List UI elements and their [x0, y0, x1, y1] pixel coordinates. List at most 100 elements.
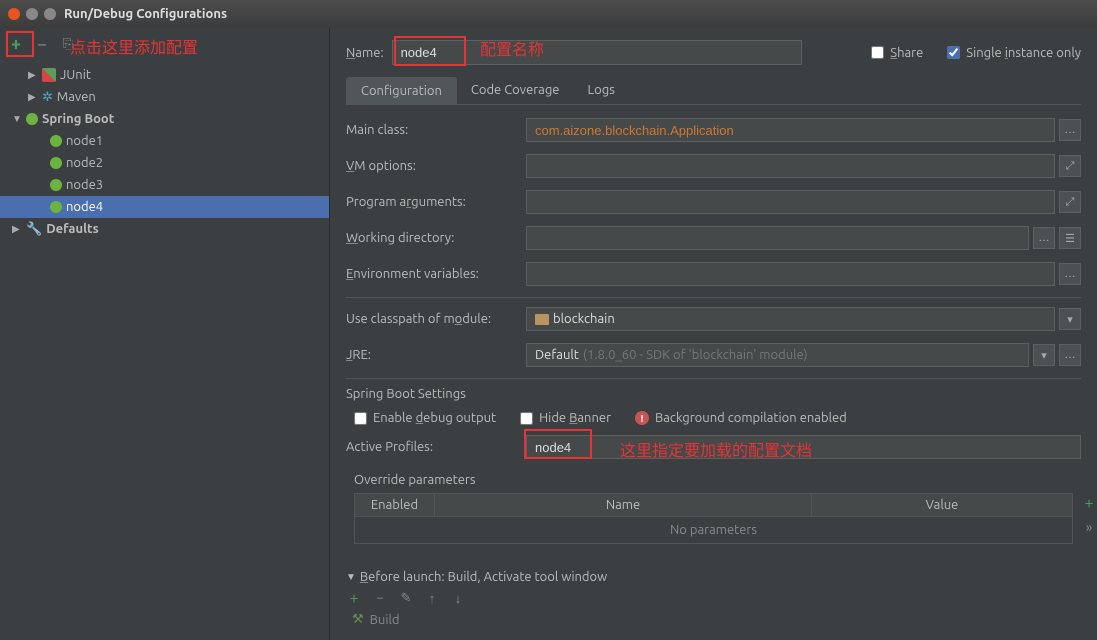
env-vars-label: Environment variables: — [346, 267, 526, 281]
tree-label: Maven — [57, 90, 96, 104]
tree-item-junit[interactable]: ▶ JUnit — [0, 64, 329, 86]
dropdown-button[interactable]: ▾ — [1059, 308, 1081, 330]
jre-hint: (1.8.0_60 - SDK of 'blockchain' module) — [583, 348, 808, 362]
tree-label: node2 — [66, 156, 103, 170]
left-toolbar: + − ⎘ 点击这里添加配置 — [0, 28, 329, 60]
expand-button[interactable]: ⤢ — [1059, 155, 1081, 177]
bl-edit-button[interactable]: ✎ — [398, 590, 414, 606]
tree-label: Spring Boot — [42, 112, 114, 126]
tab-code-coverage[interactable]: Code Coverage — [457, 77, 574, 104]
jre-value: Default — [535, 348, 579, 362]
chevron-right-icon: ▶ — [28, 91, 38, 103]
chevron-down-icon: ▼ — [12, 113, 22, 125]
spring-icon — [50, 179, 62, 191]
wrench-icon: 🔧 — [26, 222, 42, 237]
vm-options-label: VM options: — [346, 159, 526, 173]
minimize-icon[interactable] — [26, 8, 38, 20]
spring-icon — [50, 201, 62, 213]
no-params-text: No parameters — [355, 517, 1072, 543]
list-button[interactable]: ☰ — [1059, 227, 1081, 249]
working-dir-label: Working directory: — [346, 231, 526, 245]
build-label: Build — [370, 613, 400, 627]
maven-icon: ✲ — [42, 90, 53, 105]
browse-button[interactable]: … — [1059, 119, 1081, 141]
share-checkbox[interactable]: Share — [871, 46, 923, 60]
classpath-select[interactable]: blockchain — [526, 307, 1055, 331]
jre-label: JRE: — [346, 348, 526, 362]
titlebar: Run/Debug Configurations — [0, 0, 1097, 28]
copy-config-button[interactable]: ⎘ — [60, 36, 76, 52]
hide-banner-checkbox[interactable]: Hide Banner — [520, 411, 611, 425]
single-instance-checkbox[interactable]: Single instance only — [947, 46, 1081, 60]
error-icon: ! — [635, 411, 649, 425]
bl-add-button[interactable]: + — [346, 590, 362, 606]
tree-label: node3 — [66, 178, 103, 192]
tree-item-node3[interactable]: node3 — [0, 174, 329, 196]
dropdown-button[interactable]: ▾ — [1033, 344, 1055, 366]
before-launch-item[interactable]: ⚒ Build — [346, 612, 1081, 627]
col-name: Name — [435, 494, 812, 516]
window-controls — [8, 8, 56, 20]
col-value: Value — [812, 494, 1072, 516]
jre-select[interactable]: Default (1.8.0_60 - SDK of 'blockchain' … — [526, 343, 1029, 367]
browse-button[interactable]: … — [1059, 344, 1081, 366]
tree-item-defaults[interactable]: ▶ 🔧 Defaults — [0, 218, 329, 240]
tree-label: node4 — [66, 200, 103, 214]
tree-item-node4[interactable]: node4 — [0, 196, 329, 218]
spring-icon — [26, 113, 38, 125]
hammer-icon: ⚒ — [352, 612, 364, 627]
tree-item-maven[interactable]: ▶ ✲ Maven — [0, 86, 329, 108]
vm-options-input[interactable] — [526, 154, 1055, 178]
spring-icon — [50, 157, 62, 169]
browse-button[interactable]: … — [1033, 227, 1055, 249]
spring-settings-label: Spring Boot Settings — [346, 387, 1081, 401]
annotation-add-hint: 点击这里添加配置 — [70, 34, 198, 58]
bg-compilation-status: ! Background compilation enabled — [635, 411, 847, 425]
bl-down-button[interactable]: ↓ — [450, 590, 466, 606]
before-launch-label: Before launch: Build, Activate tool wind… — [360, 570, 607, 584]
tab-logs[interactable]: Logs — [574, 77, 629, 104]
name-input[interactable] — [392, 40, 802, 65]
add-param-button[interactable]: + — [1079, 493, 1097, 513]
bl-remove-button[interactable]: − — [372, 590, 388, 606]
close-icon[interactable] — [8, 8, 20, 20]
bl-up-button[interactable]: ↑ — [424, 590, 440, 606]
chevron-right-icon: ▶ — [28, 69, 38, 81]
tree-label: Defaults — [46, 222, 99, 236]
classpath-value: blockchain — [553, 312, 615, 326]
maximize-icon[interactable] — [44, 8, 56, 20]
browse-button[interactable]: … — [1059, 263, 1081, 285]
tree-item-spring-boot[interactable]: ▼ Spring Boot — [0, 108, 329, 130]
enable-debug-checkbox[interactable]: Enable debug output — [354, 411, 496, 425]
program-args-label: Program arguments: — [346, 195, 526, 209]
left-panel: + − ⎘ 点击这里添加配置 ▶ JUnit ▶ ✲ Maven ▼ Sprin… — [0, 28, 330, 640]
folder-icon — [535, 314, 549, 325]
active-profiles-label: Active Profiles: — [346, 440, 526, 454]
junit-icon — [42, 68, 56, 82]
program-args-input[interactable] — [526, 190, 1055, 214]
main-class-input[interactable] — [526, 118, 1055, 142]
config-tree: ▶ JUnit ▶ ✲ Maven ▼ Spring Boot node1 no… — [0, 60, 329, 640]
tab-configuration[interactable]: Configuration — [346, 77, 457, 104]
remove-config-button[interactable]: − — [34, 36, 50, 52]
window-title: Run/Debug Configurations — [64, 7, 227, 21]
tree-item-node1[interactable]: node1 — [0, 130, 329, 152]
tree-label: JUnit — [60, 68, 91, 82]
env-vars-input[interactable] — [526, 262, 1055, 286]
override-params-table: Enabled Name Value No parameters — [354, 493, 1073, 544]
right-panel: Name: 配置名称 Share Single instance only Co… — [330, 28, 1097, 640]
expand-button[interactable]: ⤢ — [1059, 191, 1081, 213]
tree-item-node2[interactable]: node2 — [0, 152, 329, 174]
override-params-label: Override parameters — [354, 473, 1073, 487]
working-dir-input[interactable] — [526, 226, 1029, 250]
classpath-label: Use classpath of module: — [346, 312, 526, 326]
col-enabled: Enabled — [355, 494, 435, 516]
tree-label: node1 — [66, 134, 103, 148]
add-config-button[interactable]: + — [8, 36, 24, 52]
spring-icon — [50, 135, 62, 147]
name-label: Name: — [346, 46, 384, 60]
active-profiles-input[interactable] — [526, 435, 1081, 459]
chevron-down-icon[interactable]: ▼ — [346, 571, 356, 583]
main-class-label: Main class: — [346, 123, 526, 137]
more-param-button[interactable]: » — [1079, 517, 1097, 537]
